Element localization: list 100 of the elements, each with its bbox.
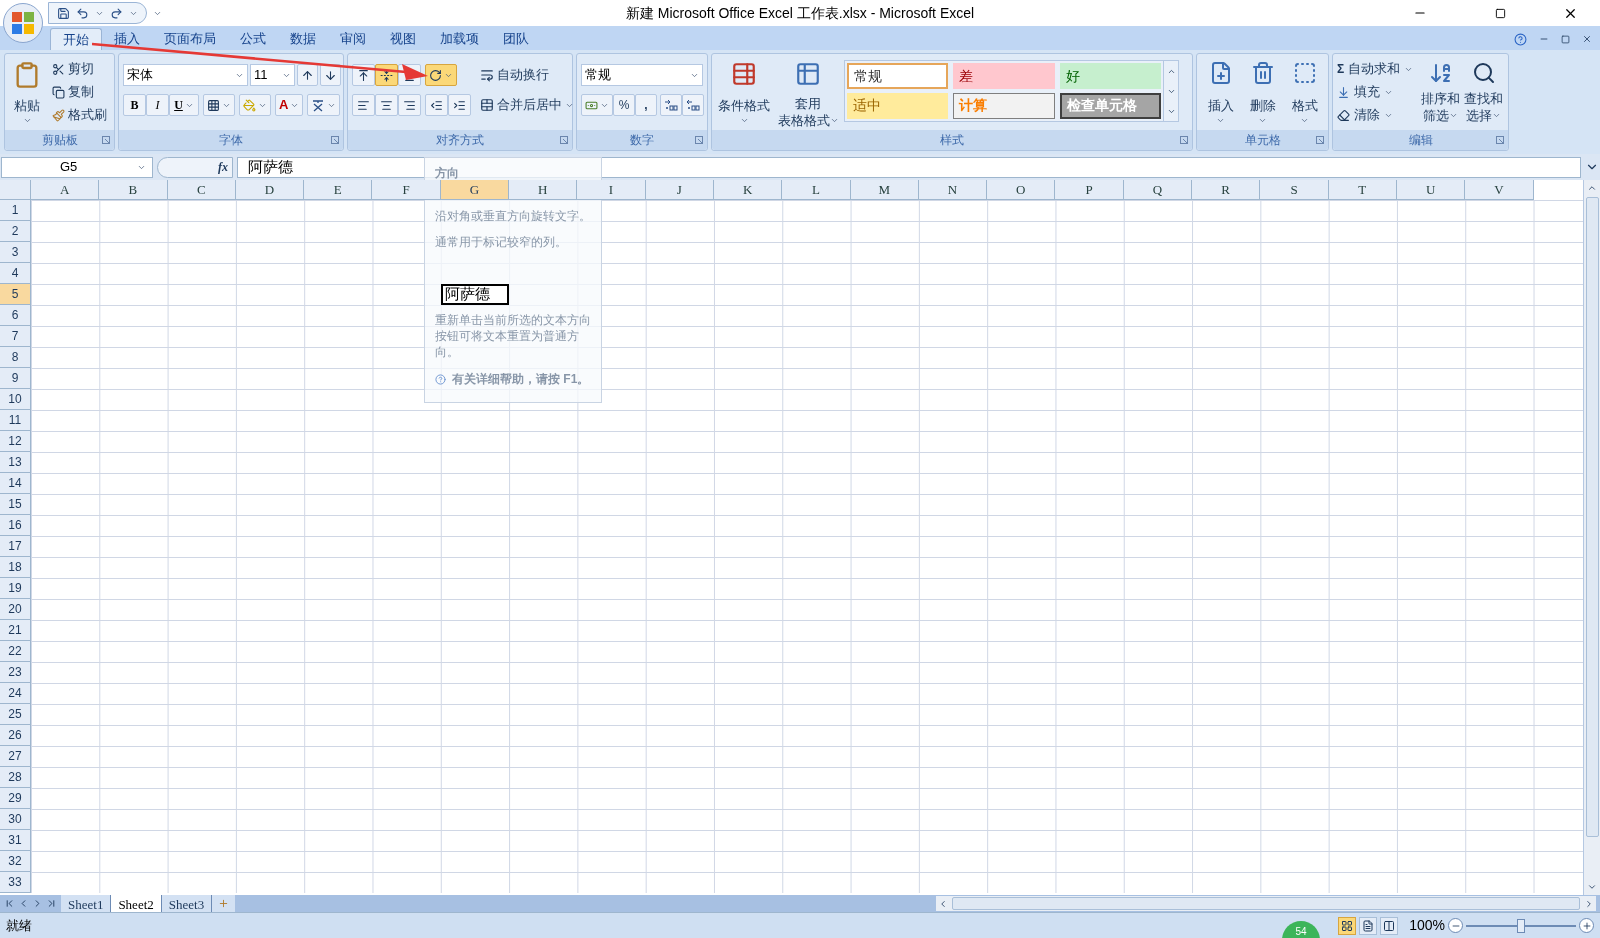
cell-style-option[interactable]: 适中 [847, 92, 949, 119]
row-header[interactable]: 20 [0, 599, 31, 620]
font-size-dropdown[interactable]: 11 [250, 64, 295, 86]
sheet-tab[interactable]: Sheet3 [161, 895, 213, 912]
column-header[interactable]: I [577, 180, 646, 200]
row-header[interactable]: 22 [0, 641, 31, 662]
column-header[interactable]: F [372, 180, 441, 200]
merge-center-button[interactable]: 合并后居中 [480, 94, 574, 116]
row-header[interactable]: 33 [0, 872, 31, 893]
column-header[interactable]: G [440, 180, 510, 200]
office-button[interactable] [3, 3, 43, 43]
dialog-launcher-icon[interactable] [1180, 136, 1188, 144]
clear-button[interactable]: 清除 [1337, 104, 1418, 126]
delete-cells-button[interactable]: 删除 [1243, 58, 1282, 130]
restore-icon[interactable] [1561, 34, 1570, 44]
function-button[interactable]: fx [218, 158, 228, 176]
row-header[interactable]: 30 [0, 809, 31, 830]
zoom-slider[interactable] [1466, 917, 1576, 934]
paste-button[interactable]: 粘贴 [9, 58, 45, 130]
vertical-scrollbar[interactable] [1583, 180, 1600, 895]
fill-button[interactable]: 填充 [1337, 81, 1418, 103]
insert-cells-button[interactable]: 插入 [1201, 58, 1240, 130]
help-icon[interactable] [1514, 32, 1527, 46]
row-header[interactable]: 14 [0, 473, 31, 494]
row-header[interactable]: 12 [0, 431, 31, 452]
column-header[interactable]: Q [1123, 180, 1193, 200]
sheet-tab[interactable]: Sheet1 [61, 895, 112, 912]
row-header[interactable]: 4 [0, 263, 31, 284]
column-header[interactable]: J [645, 180, 714, 200]
row-header[interactable]: 28 [0, 767, 31, 788]
row-header[interactable]: 16 [0, 515, 31, 536]
row-header[interactable]: 27 [0, 746, 31, 767]
row-header[interactable]: 24 [0, 683, 31, 704]
undo-icon[interactable] [76, 6, 89, 20]
dialog-launcher-icon[interactable] [1496, 136, 1504, 144]
select-all-button[interactable] [0, 180, 31, 200]
column-header[interactable]: L [782, 180, 851, 200]
column-header[interactable]: V [1465, 180, 1534, 200]
row-header[interactable]: 7 [0, 326, 31, 347]
row-header[interactable]: 23 [0, 662, 31, 683]
grow-font-button[interactable] [297, 64, 318, 86]
name-box[interactable]: G5 [1, 156, 153, 178]
column-header[interactable]: U [1396, 180, 1466, 200]
dialog-launcher-icon[interactable] [1316, 136, 1324, 144]
row-header[interactable]: 1 [0, 200, 31, 221]
row-header[interactable]: 29 [0, 788, 31, 809]
row-header[interactable]: 26 [0, 725, 31, 746]
column-header[interactable]: O [987, 180, 1056, 200]
format-cells-button[interactable]: 格式 [1285, 58, 1324, 130]
column-header[interactable]: A [31, 180, 100, 200]
column-header[interactable]: E [304, 180, 373, 200]
sort-filter-button[interactable]: 排序和 筛选 [1420, 58, 1461, 130]
align-center-button[interactable] [375, 94, 398, 116]
ribbon-tab[interactable]: 页面布局 [152, 28, 228, 50]
view-button[interactable] [1338, 916, 1357, 935]
cell-style-option[interactable]: 差 [953, 63, 1055, 89]
increase-decimal-button[interactable] [660, 94, 682, 116]
dialog-launcher-icon[interactable] [560, 136, 568, 144]
currency-button[interactable] [581, 94, 613, 116]
ribbon-tab[interactable]: 插入 [102, 28, 152, 50]
row-header[interactable]: 25 [0, 704, 31, 725]
cut-button[interactable]: 剪切 [52, 58, 107, 80]
save-icon[interactable] [57, 6, 70, 20]
row-header[interactable]: 19 [0, 578, 31, 599]
find-select-button[interactable]: 查找和 选择 [1463, 58, 1504, 130]
redo-icon[interactable] [110, 6, 123, 20]
decrease-decimal-button[interactable] [682, 94, 704, 116]
column-header[interactable]: R [1192, 180, 1261, 200]
selected-cell[interactable]: 阿萨德 [440, 284, 510, 305]
view-button[interactable] [1380, 916, 1399, 935]
increase-indent-button[interactable] [448, 94, 471, 116]
column-header[interactable]: M [850, 180, 919, 200]
column-header[interactable]: B [99, 180, 168, 200]
column-header[interactable]: K [713, 180, 783, 200]
dialog-launcher-icon[interactable] [695, 136, 703, 144]
phonetic-button[interactable] [307, 94, 341, 116]
align-right-button[interactable] [398, 94, 421, 116]
insert-sheet-button[interactable] [212, 895, 236, 912]
cell-style-option[interactable]: 好 [1059, 63, 1161, 89]
comma-button[interactable]: , [635, 94, 657, 116]
view-button[interactable] [1359, 916, 1378, 935]
column-header[interactable]: S [1260, 180, 1329, 200]
ribbon-tab[interactable]: 加载项 [428, 28, 491, 50]
underline-button[interactable]: U [169, 94, 199, 116]
first-sheet-icon[interactable] [4, 898, 15, 909]
column-header[interactable]: H [509, 180, 578, 200]
row-header[interactable]: 11 [0, 410, 31, 431]
row-header[interactable]: 17 [0, 536, 31, 557]
row-header[interactable]: 13 [0, 452, 31, 473]
font-color-button[interactable]: A [275, 94, 304, 116]
dialog-launcher-icon[interactable] [331, 136, 339, 144]
decrease-indent-button[interactable] [425, 94, 448, 116]
column-header[interactable]: T [1328, 180, 1397, 200]
zoom-slider-thumb[interactable] [1517, 918, 1525, 933]
ribbon-tab[interactable]: 视图 [378, 28, 428, 50]
wrap-text-button[interactable]: 自动换行 [480, 64, 574, 86]
ribbon-tab[interactable]: 审阅 [328, 28, 378, 50]
column-header[interactable]: P [1055, 180, 1124, 200]
column-header[interactable]: D [235, 180, 305, 200]
row-header[interactable]: 5 [0, 284, 31, 305]
